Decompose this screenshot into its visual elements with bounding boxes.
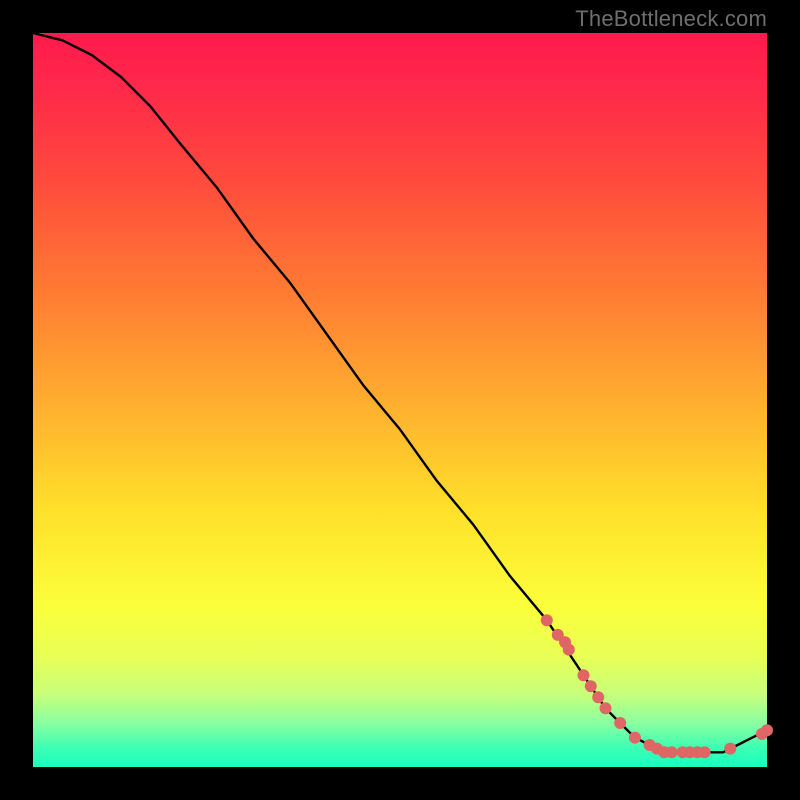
data-markers <box>541 614 773 758</box>
chart-frame: TheBottleneck.com <box>0 0 800 800</box>
data-marker <box>585 680 597 692</box>
data-marker <box>699 746 711 758</box>
data-marker <box>600 702 612 714</box>
data-marker <box>614 717 626 729</box>
data-marker <box>578 669 590 681</box>
data-marker <box>629 732 641 744</box>
bottleneck-line <box>33 33 767 752</box>
watermark-text: TheBottleneck.com <box>575 6 767 32</box>
data-marker <box>666 746 678 758</box>
chart-svg <box>33 33 767 767</box>
data-marker <box>563 644 575 656</box>
data-marker <box>761 724 773 736</box>
data-marker <box>592 691 604 703</box>
data-marker <box>724 743 736 755</box>
data-marker <box>541 614 553 626</box>
